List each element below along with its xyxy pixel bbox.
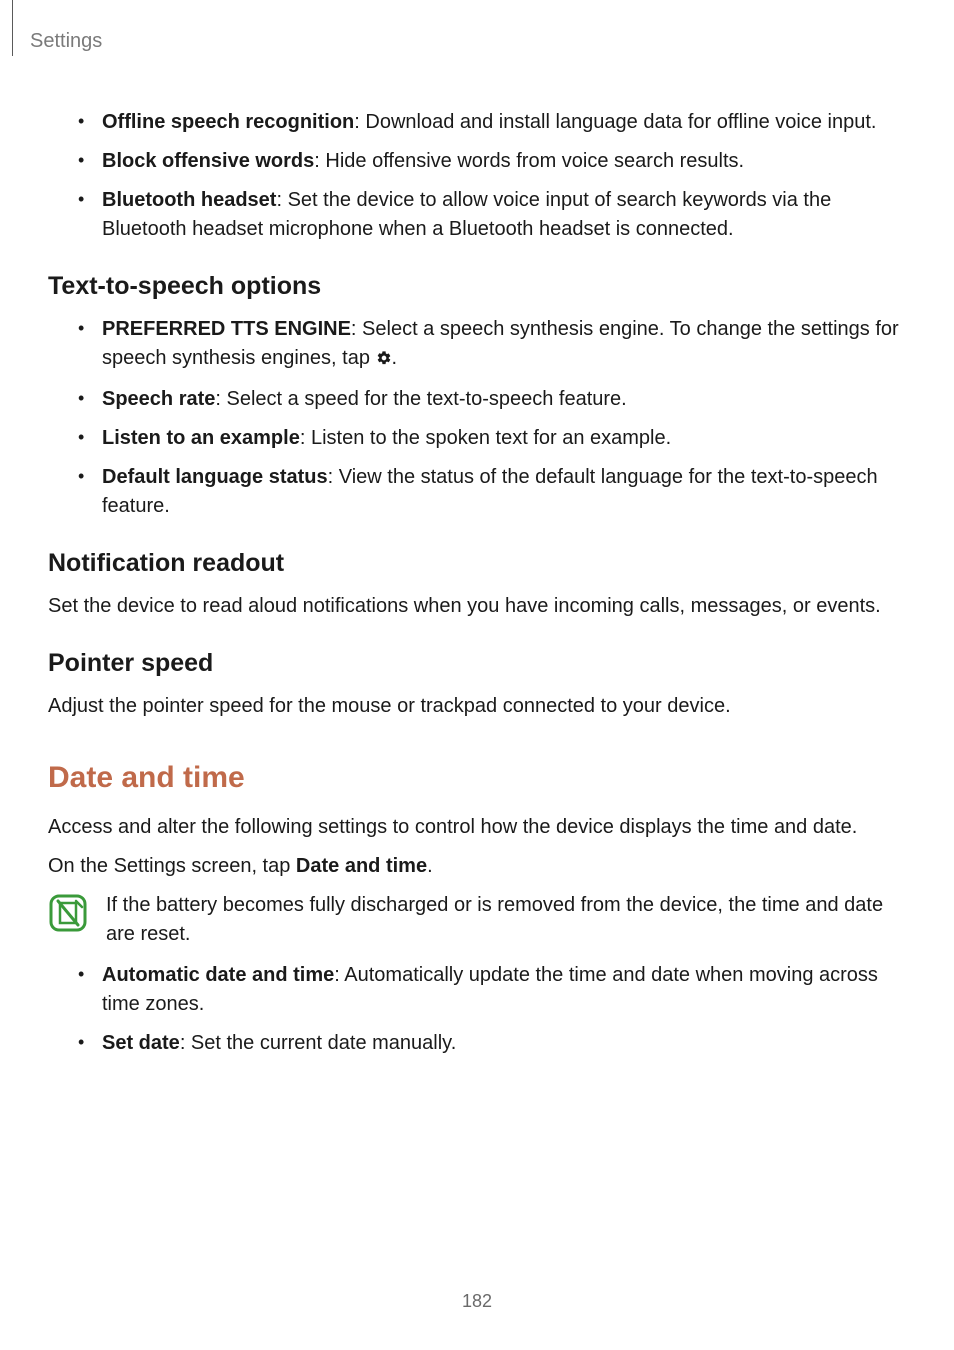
list-item: Speech rate: Select a speed for the text… [102, 385, 906, 414]
list-item: Offline speech recognition: Download and… [102, 108, 906, 137]
gear-icon [376, 346, 392, 375]
item-title: Listen to an example [102, 427, 300, 449]
tts-list: PREFERRED TTS ENGINE: Select a speech sy… [48, 315, 906, 521]
list-item: Default language status: View the status… [102, 463, 906, 521]
date-para-2: On the Settings screen, tap Date and tim… [48, 852, 906, 881]
item-text: : Listen to the spoken text for an examp… [300, 427, 671, 449]
note-text: If the battery becomes fully discharged … [106, 891, 906, 949]
tts-heading: Text-to-speech options [48, 272, 906, 301]
date-para-1: Access and alter the following settings … [48, 813, 906, 842]
note-icon [48, 893, 88, 938]
item-text: : Download and install language data for… [354, 111, 876, 133]
pointer-para: Adjust the pointer speed for the mouse o… [48, 692, 906, 721]
header-rule [12, 0, 13, 56]
item-text: : Set the current date manually. [180, 1032, 456, 1054]
item-title: Set date [102, 1032, 180, 1054]
list-item: Bluetooth headset: Set the device to all… [102, 186, 906, 244]
notification-heading: Notification readout [48, 549, 906, 578]
item-title: Bluetooth headset [102, 189, 276, 211]
list-item: PREFERRED TTS ENGINE: Select a speech sy… [102, 315, 906, 375]
page-header: Settings [30, 30, 102, 53]
page-number: 182 [0, 1291, 954, 1312]
voice-input-list: Offline speech recognition: Download and… [48, 108, 906, 244]
date-para-2b: Date and time [296, 855, 427, 877]
item-title: Speech rate [102, 388, 215, 410]
item-text: : Select a speed for the text-to-speech … [215, 388, 626, 410]
list-item: Block offensive words: Hide offensive wo… [102, 147, 906, 176]
item-text: : Hide offensive words from voice search… [314, 150, 744, 172]
list-item: Listen to an example: Listen to the spok… [102, 424, 906, 453]
list-item: Set date: Set the current date manually. [102, 1029, 906, 1058]
date-para-2a: On the Settings screen, tap [48, 855, 296, 877]
item-title: Automatic date and time [102, 964, 334, 986]
list-item: Automatic date and time: Automatically u… [102, 961, 906, 1019]
item-title: Offline speech recognition [102, 111, 354, 133]
notification-para: Set the device to read aloud notificatio… [48, 592, 906, 621]
date-time-heading: Date and time [48, 761, 906, 795]
date-para-2c: . [427, 855, 433, 877]
page-content: Offline speech recognition: Download and… [48, 108, 906, 1068]
item-title: Block offensive words [102, 150, 314, 172]
date-list: Automatic date and time: Automatically u… [48, 961, 906, 1058]
item-title: Default language status [102, 466, 328, 488]
item-title: PREFERRED TTS ENGINE [102, 318, 351, 340]
pointer-heading: Pointer speed [48, 649, 906, 678]
item-text-after: . [392, 347, 398, 369]
note-row: If the battery becomes fully discharged … [48, 891, 906, 949]
